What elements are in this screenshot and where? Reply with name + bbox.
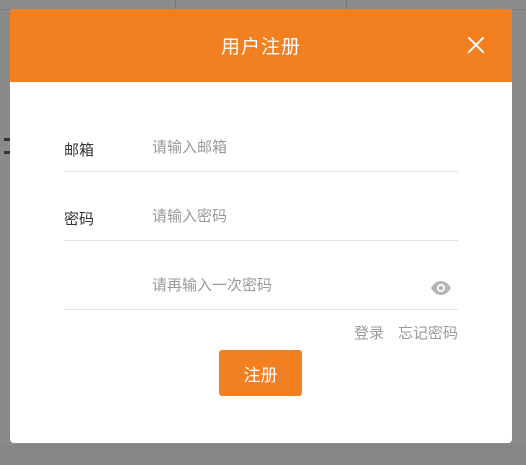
register-button[interactable]: 注册 [219, 350, 302, 396]
password-row: 密码 [64, 183, 458, 241]
email-field[interactable] [152, 132, 422, 162]
password-label: 密码 [64, 210, 95, 228]
forgot-password-link[interactable]: 忘记密码 [398, 322, 458, 343]
eye-icon[interactable] [430, 281, 452, 295]
dialog-title: 用户注册 [220, 36, 301, 58]
confirm-password-field[interactable] [152, 270, 422, 300]
email-label: 邮箱 [64, 141, 95, 159]
dialog-header: 用户注册 [10, 9, 512, 82]
confirm-password-row [64, 252, 458, 310]
background-footer [0, 445, 526, 465]
email-row: 邮箱 [64, 114, 458, 172]
auth-links: 登录 忘记密码 [354, 322, 458, 343]
login-link[interactable]: 登录 [354, 322, 384, 343]
register-dialog: 用户注册 邮箱 密码 登录 忘记密码 注册 [10, 9, 512, 443]
close-icon[interactable] [466, 35, 486, 55]
password-field[interactable] [152, 201, 422, 231]
